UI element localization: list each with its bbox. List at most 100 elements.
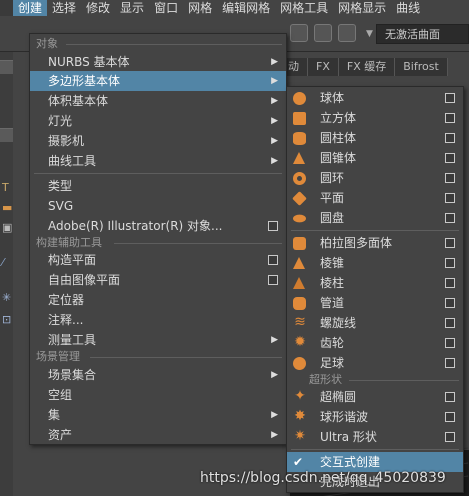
submenu-arrow-icon: ▶ bbox=[271, 156, 278, 166]
option-box[interactable] bbox=[268, 275, 278, 285]
snap-toolbar-icons bbox=[290, 24, 356, 44]
menu-mesh[interactable]: 网格 bbox=[183, 0, 217, 16]
menu-item-scene-assembly[interactable]: 场景集合 ▶ bbox=[30, 365, 286, 385]
option-box[interactable] bbox=[268, 221, 278, 231]
menu-curves[interactable]: 曲线 bbox=[391, 0, 425, 16]
menu-divider bbox=[291, 230, 459, 231]
watermark: https://blog.csdn.net/qq_45020839 bbox=[200, 470, 446, 486]
menu-select[interactable]: 选择 bbox=[47, 0, 81, 16]
menu-item-lights[interactable]: 灯光 ▶ bbox=[30, 111, 286, 131]
menu-item-cube[interactable]: 立方体 bbox=[287, 108, 463, 128]
menu-item-cone[interactable]: 圆锥体 bbox=[287, 148, 463, 168]
menu-item-illustrator-object[interactable]: Adobe(R) Illustrator(R) 对象... bbox=[30, 216, 286, 236]
menu-item-cylinder[interactable]: 圆柱体 bbox=[287, 128, 463, 148]
tool-strip-tab[interactable] bbox=[0, 60, 13, 74]
locator-icon[interactable]: ✳ bbox=[2, 292, 12, 303]
option-box[interactable] bbox=[445, 432, 455, 442]
construction-plane-icon[interactable]: ⁄ bbox=[2, 257, 12, 268]
menu-item-svg[interactable]: SVG bbox=[30, 196, 286, 216]
tool-strip-tab[interactable] bbox=[0, 128, 13, 142]
option-box[interactable] bbox=[445, 358, 455, 368]
disc-icon bbox=[293, 214, 306, 223]
option-box[interactable] bbox=[445, 113, 455, 123]
option-box[interactable] bbox=[445, 318, 455, 328]
menu-item-pyramid[interactable]: 棱锥 bbox=[287, 253, 463, 273]
menu-item-nurbs-primitives[interactable]: NURBS 基本体 ▶ bbox=[30, 52, 286, 72]
section-rule bbox=[90, 357, 282, 358]
menu-item-plane[interactable]: 平面 bbox=[287, 188, 463, 208]
menu-edit-mesh[interactable]: 编辑网格 bbox=[217, 0, 275, 16]
menu-item-measure-tools[interactable]: 测量工具 ▶ bbox=[30, 330, 286, 350]
shelf-tab[interactable]: FX 缓存 bbox=[338, 58, 396, 76]
menu-item-curve-tools[interactable]: 曲线工具 ▶ bbox=[30, 151, 286, 171]
menu-item-sphere[interactable]: 球体 bbox=[287, 88, 463, 108]
menu-item-polygon-primitives[interactable]: 多边形基本体 ▶ bbox=[30, 71, 286, 91]
option-box[interactable] bbox=[445, 153, 455, 163]
option-box[interactable] bbox=[445, 93, 455, 103]
menu-mesh-tools[interactable]: 网格工具 bbox=[275, 0, 333, 16]
menu-item-free-image-plane[interactable]: 自由图像平面 bbox=[30, 270, 286, 290]
svg-icon[interactable]: ▬ bbox=[2, 202, 12, 213]
option-box[interactable] bbox=[445, 392, 455, 402]
menu-bar-edge bbox=[0, 0, 13, 16]
menu-modify[interactable]: 修改 bbox=[81, 0, 115, 16]
option-box[interactable] bbox=[445, 238, 455, 248]
submenu-arrow-icon: ▶ bbox=[271, 96, 278, 106]
menu-item-volume-primitives[interactable]: 体积基本体 ▶ bbox=[30, 91, 286, 111]
option-box[interactable] bbox=[445, 258, 455, 268]
menu-item-interactive-creation[interactable]: ✔ 交互式创建 bbox=[287, 452, 463, 472]
live-surface-field[interactable]: 无激活曲面 bbox=[376, 24, 469, 44]
menu-item-prism[interactable]: 棱柱 bbox=[287, 273, 463, 293]
menu-item-construction-plane[interactable]: 构造平面 bbox=[30, 250, 286, 270]
option-box[interactable] bbox=[268, 255, 278, 265]
snap-icon[interactable] bbox=[290, 24, 308, 42]
helix-icon: ≋ bbox=[294, 314, 306, 330]
option-box[interactable] bbox=[445, 278, 455, 288]
menu-item-helix[interactable]: ≋ 螺旋线 bbox=[287, 313, 463, 333]
menu-mesh-display[interactable]: 网格显示 bbox=[333, 0, 391, 16]
menu-display[interactable]: 显示 bbox=[115, 0, 149, 16]
option-box[interactable] bbox=[445, 412, 455, 422]
option-box[interactable] bbox=[445, 193, 455, 203]
ultra-shapes-icon: ✷ bbox=[294, 428, 306, 444]
menu-item-annotation[interactable]: 注释... bbox=[30, 310, 286, 330]
menu-item-torus[interactable]: 圆环 bbox=[287, 168, 463, 188]
submenu-arrow-icon: ▶ bbox=[271, 116, 278, 126]
menu-window[interactable]: 窗口 bbox=[149, 0, 183, 16]
menu-item-sets[interactable]: 集 ▶ bbox=[30, 405, 286, 425]
menu-create[interactable]: 创建 bbox=[13, 0, 48, 16]
menu-item-platonic-solids[interactable]: 柏拉图多面体 bbox=[287, 233, 463, 253]
menu-item-soccer-ball[interactable]: 足球 bbox=[287, 353, 463, 373]
illustrator-icon[interactable]: ▣ bbox=[2, 222, 12, 233]
menu-item-cameras[interactable]: 摄影机 ▶ bbox=[30, 131, 286, 151]
shelf-tab[interactable]: Bifrost bbox=[395, 58, 448, 76]
soccer-ball-icon bbox=[293, 357, 306, 370]
section-header: 场景管理 bbox=[30, 350, 286, 364]
menu-item-type[interactable]: 类型 bbox=[30, 176, 286, 196]
menu-divider bbox=[291, 449, 459, 450]
option-box[interactable] bbox=[445, 213, 455, 223]
create-menu: 对象 NURBS 基本体 ▶ 多边形基本体 ▶ 体积基本体 ▶ 灯光 ▶ 摄影机 ▶ 曲线… bbox=[29, 33, 287, 445]
annotation-icon[interactable]: ⊡ bbox=[2, 314, 12, 325]
menu-item-ultra-shapes[interactable]: ✷ Ultra 形状 bbox=[287, 427, 463, 447]
option-box[interactable] bbox=[445, 338, 455, 348]
menu-item-pipe[interactable]: 管道 bbox=[287, 293, 463, 313]
option-box[interactable] bbox=[445, 133, 455, 143]
menu-item-gear[interactable]: ✹ 齿轮 bbox=[287, 333, 463, 353]
sphere-icon bbox=[293, 92, 306, 105]
menu-item-empty-group[interactable]: 空组 bbox=[30, 385, 286, 405]
snap-icon[interactable] bbox=[338, 24, 356, 42]
submenu-arrow-icon: ▶ bbox=[271, 410, 278, 420]
menu-item-spherical-harmonics[interactable]: ✸ 球形谐波 bbox=[287, 407, 463, 427]
snap-icon[interactable] bbox=[314, 24, 332, 42]
menu-item-super-ellipse[interactable]: ✦ 超椭圆 bbox=[287, 387, 463, 407]
menu-item-assets[interactable]: 资产 ▶ bbox=[30, 425, 286, 445]
menu-item-disc[interactable]: 圆盘 bbox=[287, 208, 463, 228]
shelf-tab[interactable]: FX bbox=[308, 58, 339, 76]
option-box[interactable] bbox=[445, 298, 455, 308]
polygon-primitives-submenu: 球体 立方体 圆柱体 圆锥体 圆环 平面 圆盘 柏拉图多面体 棱锥 棱柱 管道 bbox=[286, 86, 464, 493]
cube-icon bbox=[293, 112, 306, 125]
menu-item-locator[interactable]: 定位器 bbox=[30, 290, 286, 310]
option-box[interactable] bbox=[445, 173, 455, 183]
text-icon[interactable]: T bbox=[2, 182, 12, 193]
